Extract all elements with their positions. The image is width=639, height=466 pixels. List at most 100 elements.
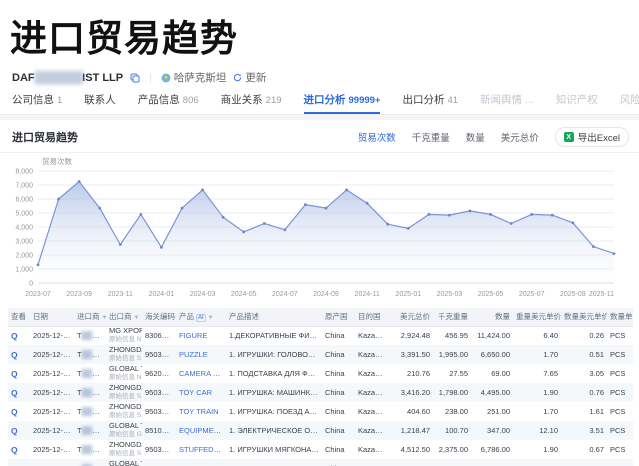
column-header-exporter: 出口商▼: [106, 308, 142, 326]
cell-qty: 69.00: [471, 364, 513, 383]
column-header-importer: 进口商▼: [74, 308, 106, 326]
x-axis-label: 2025-07: [519, 291, 545, 298]
cell-usd: 404.60: [389, 402, 433, 421]
view-record-icon[interactable]: Q: [11, 388, 18, 398]
x-axis-label: 2024-07: [272, 291, 298, 298]
filter-icon[interactable]: ▼: [102, 315, 107, 321]
cell-hs: 9503007...: [142, 383, 176, 402]
product-link[interactable]: TOY TRAIN: [179, 407, 219, 416]
data-point: [407, 227, 410, 230]
tab-7[interactable]: 新闻舆情 ...: [480, 92, 534, 114]
cell-qty: 11,424.00: [471, 326, 513, 345]
metric-toggle-1[interactable]: 贸易次数: [358, 130, 396, 144]
x-axis-label: 2025-03: [437, 291, 463, 298]
cell-dest: Kazakhst...: [355, 383, 389, 402]
export-excel-button[interactable]: X 导出Excel: [555, 127, 629, 147]
cell-upq: 0.26: [561, 326, 607, 345]
view-record-icon[interactable]: Q: [11, 331, 18, 341]
cell-qty: 126.00: [471, 459, 513, 466]
cell-origin: China: [322, 402, 355, 421]
cell-date: 2025-12-20: [30, 345, 74, 364]
data-point: [489, 213, 492, 216]
cell-origin: China: [322, 459, 355, 466]
cell-view[interactable]: Q: [8, 364, 30, 383]
view-record-icon[interactable]: Q: [11, 407, 18, 417]
cell-upw: 12.10: [513, 421, 561, 440]
exporter-subinfo: 原始信息 S...: [109, 412, 142, 419]
view-record-icon[interactable]: Q: [11, 369, 18, 379]
data-point: [98, 207, 101, 210]
importer-name: T███NA...: [77, 426, 106, 435]
company-name: DAF███████IST LLP: [12, 72, 123, 84]
tab-label: 公司信息: [12, 94, 54, 106]
cell-kg: 31.87: [433, 459, 471, 466]
x-axis-label: 2023-09: [66, 291, 92, 298]
data-point: [571, 221, 574, 224]
cell-exporter: MG XPORT...原始信息 N...: [106, 326, 142, 345]
cell-view[interactable]: Q: [8, 402, 30, 421]
product-link[interactable]: CAMERA STAND: [179, 369, 226, 378]
cell-unit: PCS: [607, 440, 633, 459]
cell-upw: 1.90: [513, 383, 561, 402]
cell-product: PUZZLE: [176, 345, 226, 364]
cell-view[interactable]: Q: [8, 421, 30, 440]
x-axis-label: 2024-01: [149, 291, 175, 298]
svg-text:1,000: 1,000: [15, 267, 33, 274]
cell-kg: 2,375.00: [433, 440, 471, 459]
country-label: 哈萨克斯坦: [174, 70, 227, 85]
cell-product: TORCH: [176, 459, 226, 466]
filter-icon[interactable]: ▼: [208, 315, 214, 321]
metric-toggle-4[interactable]: 美元总价: [501, 130, 539, 144]
area-chart-svg: 01,0002,0003,0004,0005,0006,0007,0008,00…: [6, 155, 631, 303]
cell-date: 2025-12-20: [30, 459, 74, 466]
cell-hs: 8513100...: [142, 459, 176, 466]
tab-9[interactable]: 风险诉讼: [620, 92, 639, 114]
product-link[interactable]: TOY CAR: [179, 388, 212, 397]
tab-count: 41: [447, 95, 458, 106]
view-record-icon[interactable]: Q: [11, 445, 18, 455]
tab-2[interactable]: 联系人: [84, 92, 116, 114]
column-label: 重量美元单价: [516, 312, 561, 321]
chart-section-title: 进口贸易趋势: [12, 129, 78, 145]
cell-product: TOY CAR: [176, 383, 226, 402]
cell-kg: 27.55: [433, 364, 471, 383]
column-header-usd: 美元总价: [389, 308, 433, 326]
column-header-origin: 原产国: [322, 308, 355, 326]
cell-importer: T███NA...: [74, 440, 106, 459]
product-link[interactable]: FIGURE: [179, 331, 207, 340]
filter-icon[interactable]: ▼: [134, 315, 140, 321]
view-record-icon[interactable]: Q: [11, 426, 18, 436]
cell-view[interactable]: Q: [8, 440, 30, 459]
column-label: 出口商: [109, 312, 132, 321]
data-point: [119, 243, 122, 246]
tab-4[interactable]: 商业关系219: [221, 92, 282, 114]
cell-view[interactable]: Q: [8, 326, 30, 345]
cell-origin: China: [322, 383, 355, 402]
cell-qty: 6,650.00: [471, 345, 513, 364]
column-label: 美元总价: [400, 312, 430, 321]
divider: |: [149, 72, 152, 84]
tab-8[interactable]: 知识产权: [556, 92, 598, 114]
tab-5[interactable]: 进口分析99999+: [304, 92, 381, 114]
cell-view[interactable]: Q: [8, 459, 30, 466]
refresh-button[interactable]: 更新: [233, 70, 266, 85]
tab-label: 进口分析: [304, 94, 346, 106]
copy-icon[interactable]: [130, 73, 140, 83]
view-record-icon[interactable]: Q: [11, 350, 18, 360]
tab-1[interactable]: 公司信息1: [12, 92, 62, 114]
metric-toggle-2[interactable]: 千克重量: [412, 130, 450, 144]
svg-text:4,000: 4,000: [15, 225, 33, 232]
cell-importer: T███NA...: [74, 402, 106, 421]
cell-view[interactable]: Q: [8, 345, 30, 364]
metric-toggle-3[interactable]: 数量: [466, 130, 485, 144]
data-point: [613, 252, 616, 255]
tab-6[interactable]: 出口分析41: [402, 92, 458, 114]
product-link[interactable]: PUZZLE: [179, 350, 208, 359]
product-link[interactable]: STUFFED TOY: [179, 445, 226, 454]
x-axis-label: 2025-01: [395, 291, 421, 298]
cell-product: CAMERA STAND: [176, 364, 226, 383]
product-link[interactable]: EQUIPMENT: [179, 426, 224, 435]
cell-date: 2025-12-20: [30, 326, 74, 345]
tab-3[interactable]: 产品信息806: [138, 92, 199, 114]
cell-view[interactable]: Q: [8, 383, 30, 402]
